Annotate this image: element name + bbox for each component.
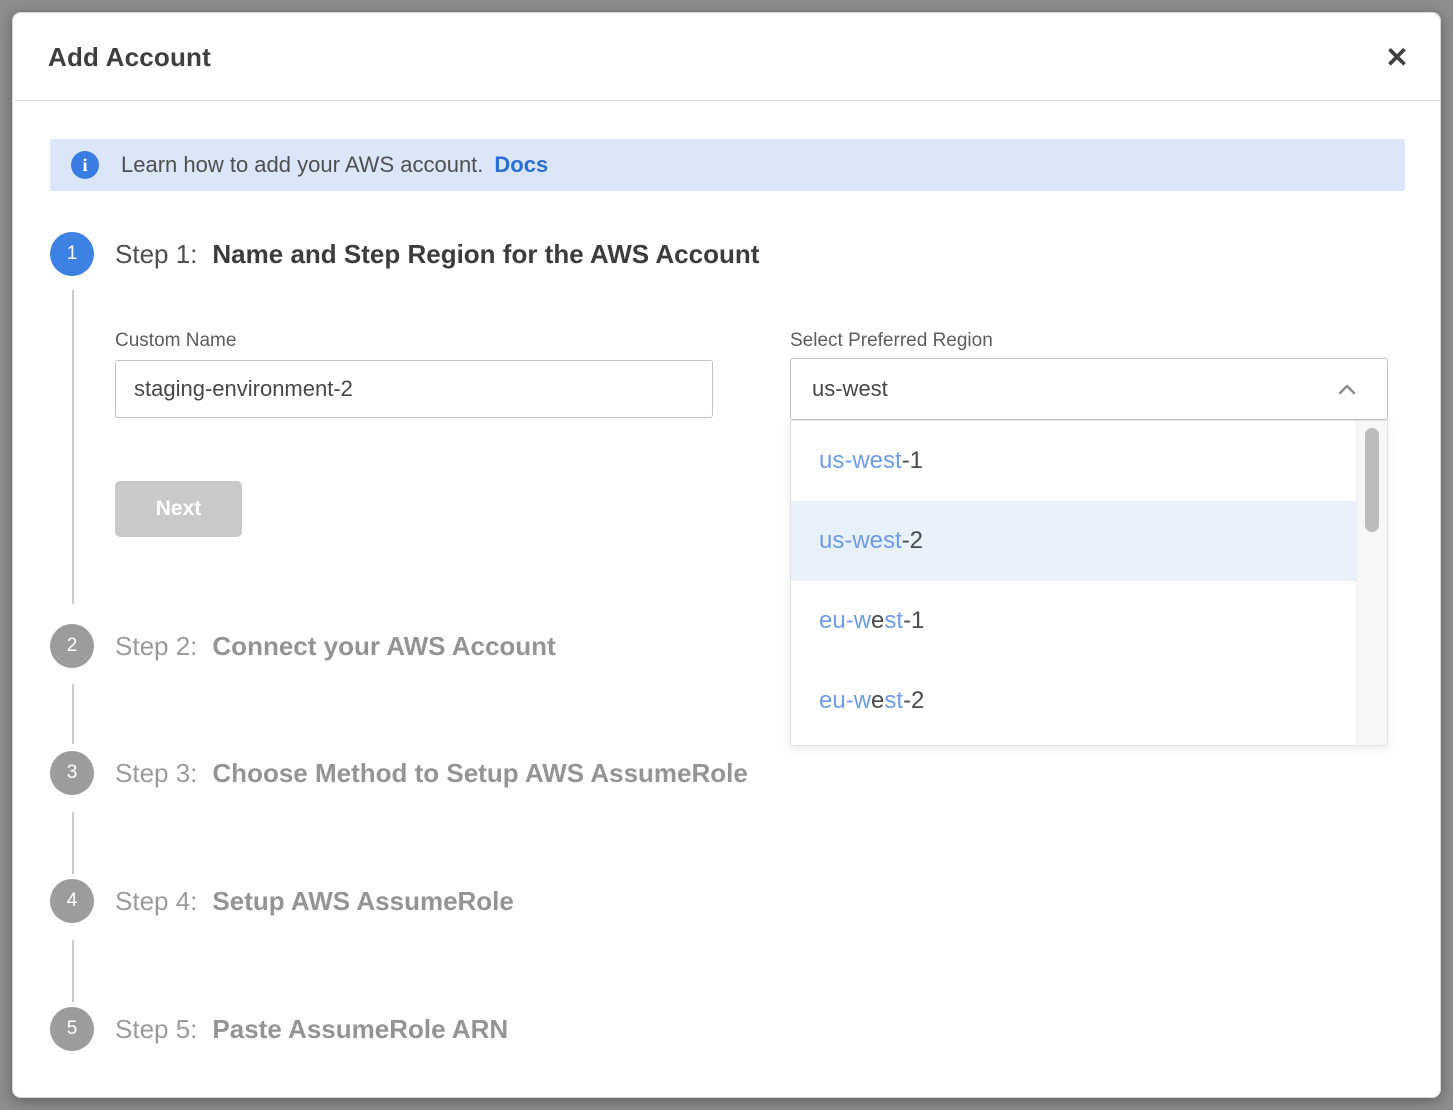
dropdown-scrollbar-thumb[interactable] xyxy=(1365,428,1379,532)
add-account-dialog: Add Account ✕ i Learn how to add your AW… xyxy=(12,12,1441,1098)
option-match-text: st xyxy=(884,607,903,635)
step-2-number-badge: 2 xyxy=(50,624,94,668)
step-1-header: 1 Step 1: Name and Step Region for the A… xyxy=(50,232,759,276)
header-divider xyxy=(12,100,1441,101)
custom-name-label: Custom Name xyxy=(115,330,236,352)
dropdown-scrollbar-track[interactable] xyxy=(1356,421,1387,745)
banner-text: Learn how to add your AWS account. xyxy=(121,152,483,178)
step-connector-line xyxy=(72,940,74,1002)
custom-name-input[interactable] xyxy=(115,360,713,418)
step-connector-line xyxy=(72,812,74,874)
step-5-title: Paste AssumeRole ARN xyxy=(212,1014,508,1045)
next-button[interactable]: Next xyxy=(115,481,242,537)
region-combobox-input[interactable] xyxy=(790,358,1388,420)
step-4-header: 4 Step 4: Setup AWS AssumeRole xyxy=(50,879,514,923)
region-option-eu-west-2[interactable]: eu-west-2 xyxy=(791,661,1357,741)
step-4-title: Setup AWS AssumeRole xyxy=(212,886,513,917)
region-dropdown-panel: us-west-1 us-west-2 eu-west-1 eu-west-2 xyxy=(790,420,1388,746)
step-5-header: 5 Step 5: Paste AssumeRole ARN xyxy=(50,1007,508,1051)
region-option-us-west-2[interactable]: us-west-2 xyxy=(791,501,1357,581)
step-connector-line xyxy=(72,290,74,604)
option-rest-text: -2 xyxy=(903,687,924,715)
step-2-header: 2 Step 2: Connect your AWS Account xyxy=(50,624,556,668)
close-button[interactable]: ✕ xyxy=(1377,38,1417,78)
step-5-prefix: Step 5: xyxy=(115,1014,197,1045)
region-option-eu-west-1[interactable]: eu-west-1 xyxy=(791,581,1357,661)
step-4-number-badge: 4 xyxy=(50,879,94,923)
option-match-text: us-west xyxy=(819,447,902,475)
region-option-us-west-1[interactable]: us-west-1 xyxy=(791,421,1357,501)
step-3-number-badge: 3 xyxy=(50,751,94,795)
option-rest-text: -2 xyxy=(902,527,923,555)
step-1-title: Name and Step Region for the AWS Account xyxy=(212,239,759,270)
option-match-text: st xyxy=(884,687,903,715)
step-connector-line xyxy=(72,684,74,744)
step-1-number-badge: 1 xyxy=(50,232,94,276)
step-2-prefix: Step 2: xyxy=(115,631,197,662)
option-rest-text: e xyxy=(871,687,884,715)
step-5-number-badge: 5 xyxy=(50,1007,94,1051)
step-3-title: Choose Method to Setup AWS AssumeRole xyxy=(212,758,747,789)
option-match-text: eu-w xyxy=(819,607,871,635)
dialog-title: Add Account xyxy=(48,42,211,73)
docs-link[interactable]: Docs xyxy=(494,152,548,178)
step-3-header: 3 Step 3: Choose Method to Setup AWS Ass… xyxy=(50,751,748,795)
step-3-prefix: Step 3: xyxy=(115,758,197,789)
step-1-prefix: Step 1: xyxy=(115,239,197,270)
option-rest-text: -1 xyxy=(902,447,923,475)
option-rest-text: -1 xyxy=(903,607,924,635)
option-match-text: us-west xyxy=(819,527,902,555)
step-4-prefix: Step 4: xyxy=(115,886,197,917)
close-icon: ✕ xyxy=(1385,44,1408,72)
chevron-up-icon[interactable] xyxy=(1332,375,1362,405)
region-label: Select Preferred Region xyxy=(790,330,993,352)
option-match-text: eu-w xyxy=(819,687,871,715)
step-2-title: Connect your AWS Account xyxy=(212,631,555,662)
info-banner: i Learn how to add your AWS account. Doc… xyxy=(50,139,1405,191)
info-icon: i xyxy=(71,151,99,179)
option-rest-text: e xyxy=(871,607,884,635)
